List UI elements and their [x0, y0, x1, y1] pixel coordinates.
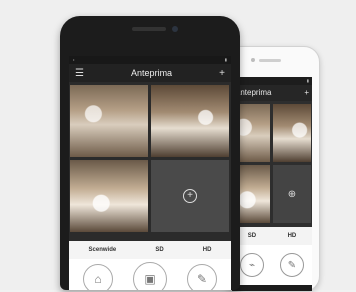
- plus-icon[interactable]: +: [219, 68, 225, 79]
- app-bar: ☰ Anteprima +: [69, 64, 231, 82]
- front-phone-screen: • ▮ ☰ Anteprima + + Scenwide SD HD ⌂ ▣ ✎: [69, 56, 231, 290]
- status-bar: •▮: [232, 77, 312, 85]
- image-icon[interactable]: ▣: [133, 262, 167, 290]
- camera-icon[interactable]: ⌁: [240, 253, 264, 277]
- camera-icon[interactable]: ⌂: [83, 264, 113, 290]
- pencil-icon[interactable]: ✎: [187, 264, 217, 290]
- camera-tile[interactable]: [70, 160, 148, 232]
- action-bar: ⌁ ✎: [232, 245, 312, 285]
- tab-scenwide[interactable]: Scenwide: [89, 247, 117, 253]
- camera-tile[interactable]: [70, 85, 148, 157]
- app-title: Anteprima: [131, 68, 173, 78]
- plus-icon[interactable]: ⊕: [288, 189, 296, 200]
- tabs: SD HD: [232, 227, 312, 245]
- plus-icon[interactable]: +: [183, 189, 197, 203]
- bottom-strip: [232, 285, 312, 291]
- menu-icon[interactable]: ☰: [75, 68, 84, 79]
- speaker-grille: [132, 27, 166, 31]
- camera-tile[interactable]: [151, 85, 229, 157]
- front-camera-icon: [251, 58, 255, 62]
- front-camera-icon: [172, 26, 178, 32]
- add-camera-tile[interactable]: ⊕: [273, 165, 311, 223]
- app-bar: Anteprima +: [232, 85, 312, 101]
- tab-hd[interactable]: HD: [288, 233, 297, 239]
- status-bar: •▮: [69, 56, 231, 64]
- speaker-grille: [259, 59, 281, 62]
- tabs: Scenwide SD HD: [69, 241, 231, 259]
- tab-sd[interactable]: SD: [248, 233, 256, 239]
- app-title: Anteprima: [235, 88, 272, 97]
- plus-icon[interactable]: +: [304, 85, 309, 101]
- action-bar: ⌂ ▣ ✎: [69, 259, 231, 290]
- back-phone-screen: •▮ Anteprima + ⊕ SD HD ⌁ ✎: [232, 77, 312, 291]
- tab-sd[interactable]: SD: [155, 247, 163, 253]
- add-camera-tile[interactable]: +: [151, 160, 229, 232]
- front-phone: • ▮ ☰ Anteprima + + Scenwide SD HD ⌂ ▣ ✎: [60, 16, 240, 290]
- camera-tile[interactable]: [273, 104, 311, 162]
- stage: •▮ Anteprima + ⊕ SD HD ⌁ ✎: [0, 0, 356, 292]
- pencil-icon[interactable]: ✎: [280, 253, 304, 277]
- camera-grid: ⊕: [232, 101, 312, 223]
- tab-hd[interactable]: HD: [203, 247, 212, 253]
- camera-grid: +: [69, 82, 231, 232]
